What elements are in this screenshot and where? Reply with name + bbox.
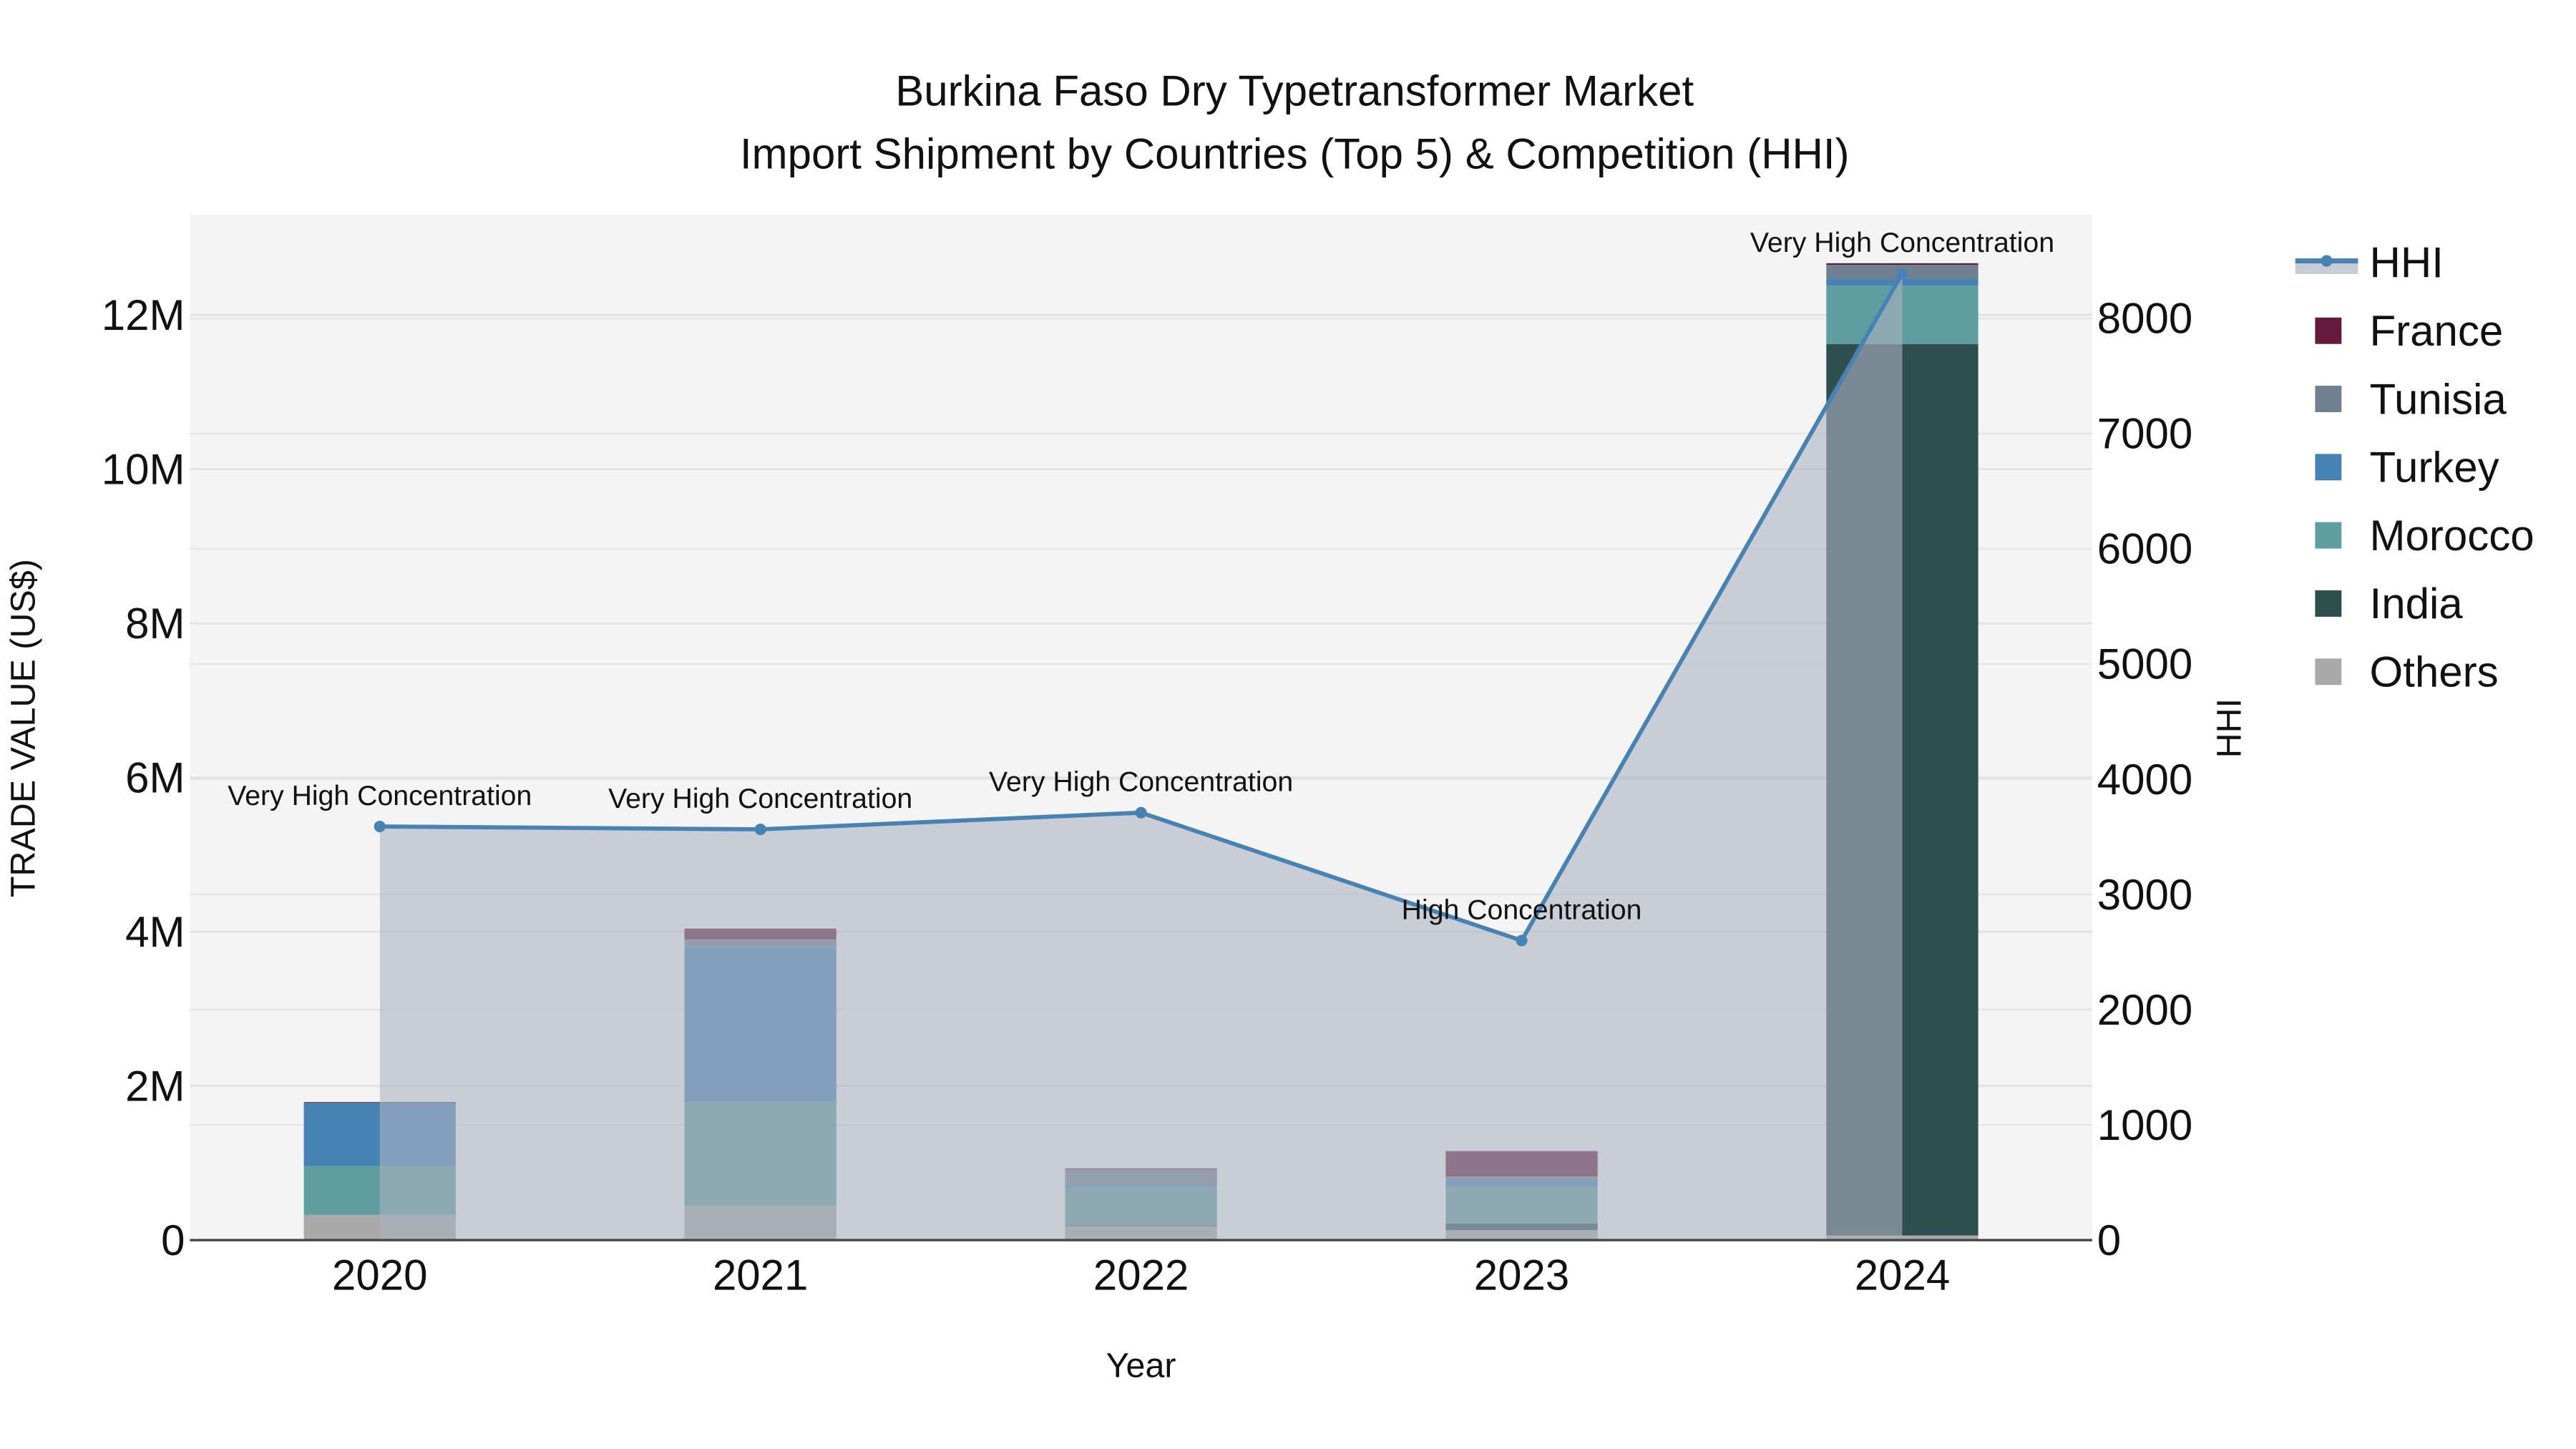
- y2-tick-label: 8000: [2097, 295, 2192, 343]
- x-tick-label: 2024: [1855, 1251, 1950, 1299]
- legend-label-tunisia: Tunisia: [2370, 375, 2507, 423]
- y2-tick-label: 6000: [2097, 525, 2192, 573]
- bar-france-2024: [1826, 263, 1979, 265]
- y2-tick-label: 4000: [2097, 756, 2192, 804]
- legend-swatch-morocco: [2315, 522, 2342, 549]
- legend-swatch-france: [2315, 317, 2342, 344]
- legend-swatch-turkey: [2315, 454, 2342, 481]
- legend-label-others: Others: [2370, 648, 2499, 696]
- legend-swatch-tunisia: [2315, 386, 2342, 412]
- x-tick-label: 2022: [1093, 1251, 1189, 1299]
- legend-label-france: France: [2370, 307, 2504, 355]
- y-tick-label: 8M: [125, 600, 185, 648]
- hhi-annotation: Very High Concentration: [989, 766, 1293, 798]
- legend-swatch-others: [2315, 658, 2342, 686]
- y2-tick-label: 1000: [2097, 1101, 2192, 1149]
- hhi-annotation: High Concentration: [1402, 894, 1642, 925]
- y-tick-label: 0: [161, 1216, 185, 1264]
- hhi-point-2023: [1516, 935, 1528, 947]
- legend-label-hhi: HHI: [2370, 239, 2444, 287]
- hhi-point-2022: [1135, 806, 1147, 819]
- hhi-annotation: Very High Concentration: [608, 783, 912, 814]
- x-axis-title: Year: [1106, 1347, 1176, 1385]
- x-tick-label: 2021: [713, 1251, 808, 1299]
- y-tick-label: 6M: [125, 753, 185, 801]
- y2-tick-label: 7000: [2097, 410, 2192, 458]
- y-tick-label: 10M: [102, 445, 185, 493]
- x-tick-label: 2023: [1474, 1251, 1569, 1299]
- chart-title-line1: Burkina Faso Dry Typetransformer Market: [895, 67, 1694, 115]
- y2-tick-label: 0: [2097, 1216, 2121, 1264]
- y2-axis-title: HHI: [2210, 698, 2249, 758]
- hhi-trade-chart: Very High Concentration Very High Concent…: [0, 0, 2576, 1449]
- legend-swatch-india: [2315, 590, 2342, 617]
- hhi-annotation: Very High Concentration: [228, 780, 532, 811]
- y-axis-title: TRADE VALUE (US$): [4, 559, 42, 897]
- y-tick-label: 4M: [125, 908, 185, 956]
- hhi-point-2020: [374, 820, 386, 833]
- y-tick-label: 12M: [102, 291, 185, 339]
- legend-hhi-marker-icon: [2321, 255, 2333, 267]
- y2-tick-label: 3000: [2097, 871, 2192, 919]
- legend-label-turkey: Turkey: [2370, 444, 2499, 492]
- hhi-annotation: Very High Concentration: [1750, 227, 2054, 258]
- y-tick-label: 2M: [125, 1062, 185, 1110]
- chart-title-line2: Import Shipment by Countries (Top 5) & C…: [740, 130, 1850, 177]
- x-tick-label: 2020: [332, 1251, 427, 1299]
- legend-label-morocco: Morocco: [2370, 512, 2534, 560]
- y2-tick-label: 2000: [2097, 986, 2192, 1034]
- hhi-point-2024: [1896, 268, 1908, 280]
- y2-tick-label: 5000: [2097, 640, 2192, 688]
- hhi-point-2021: [754, 823, 766, 836]
- legend-label-india: India: [2370, 580, 2464, 628]
